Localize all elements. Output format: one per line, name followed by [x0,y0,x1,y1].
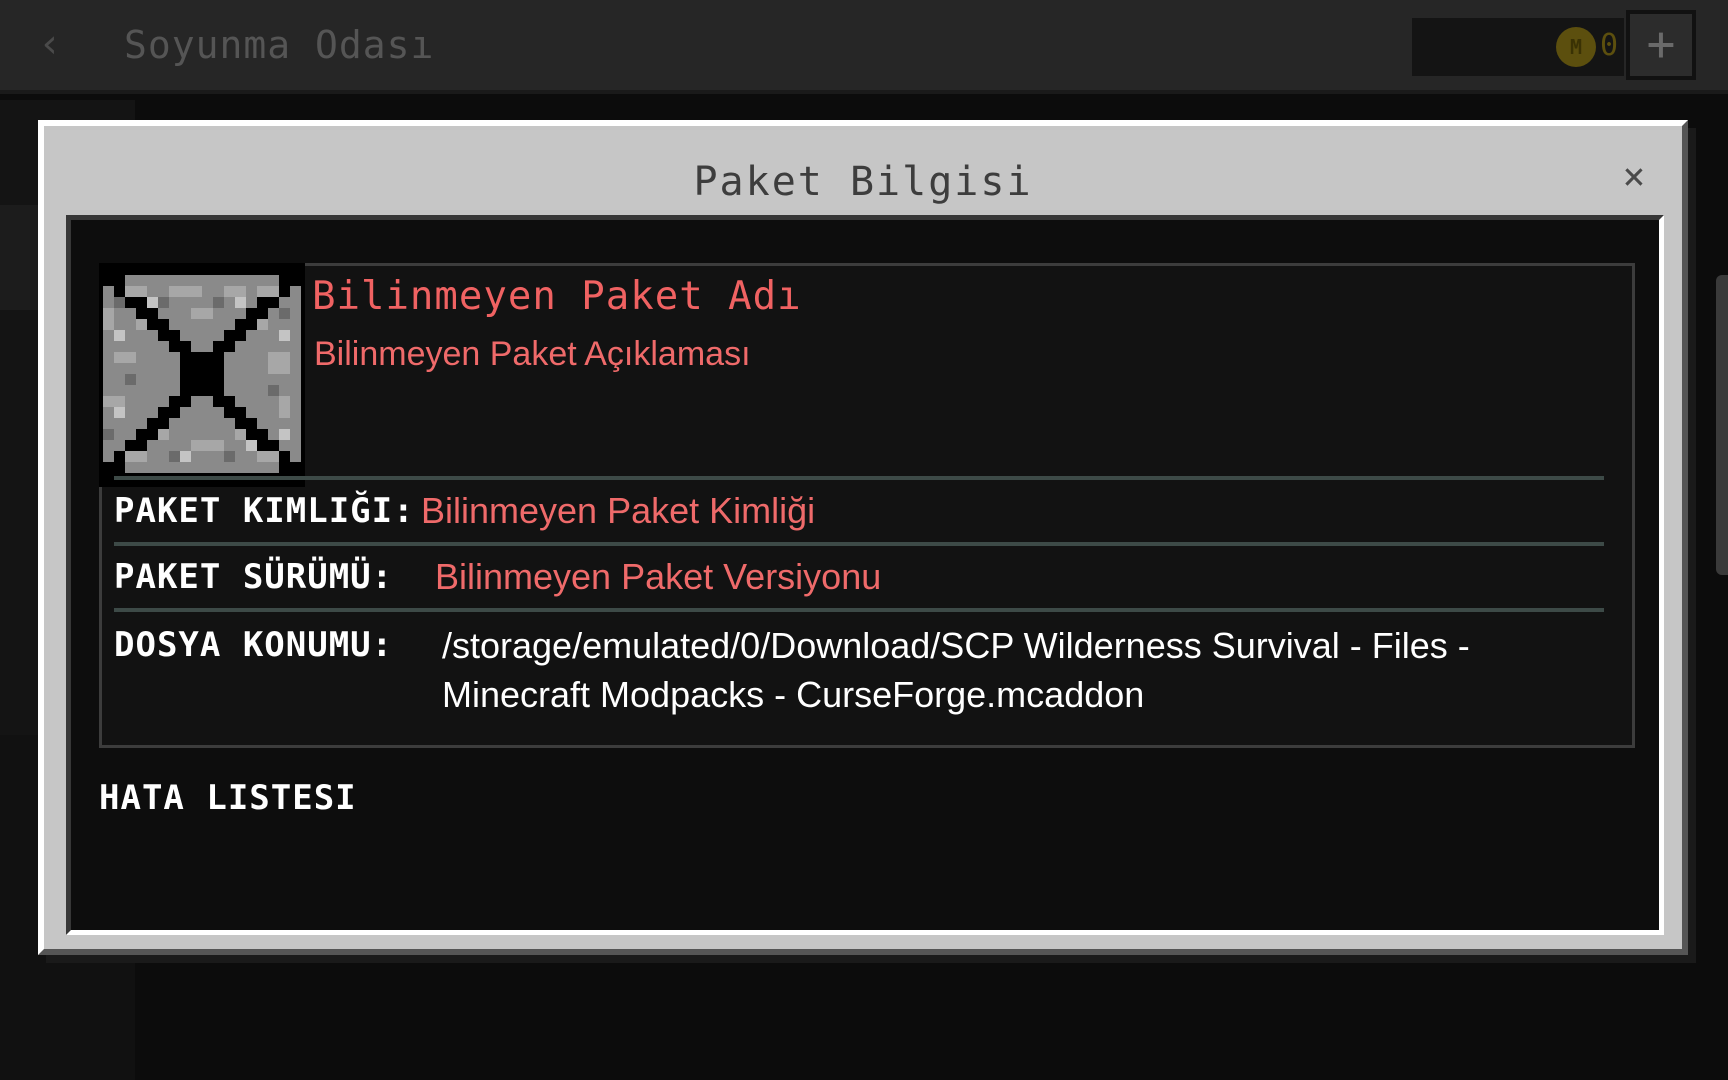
background-scroll-edge [1716,275,1728,575]
close-icon: × [1622,154,1646,198]
detail-label-pack-version: PAKET SÜRÜMÜ: [114,557,394,597]
top-bar: ‹ Soyunma Odası M 0 + [0,0,1728,94]
pack-info-dialog: Paket Bilgisi × Bilinmeyen Paket Adı Bil… [38,120,1688,955]
chevron-left-icon: ‹ [37,21,63,67]
unknown-pack-icon [99,263,305,487]
close-button[interactable]: × [1614,156,1654,196]
error-list-heading: HATA LISTESI [99,778,357,818]
pack-name: Bilinmeyen Paket Adı [312,274,802,319]
dialog-body[interactable]: Bilinmeyen Paket Adı Bilinmeyen Paket Aç… [66,215,1664,935]
divider [114,608,1604,612]
divider [114,476,1604,480]
plus-icon: + [1646,16,1676,72]
detail-value-pack-version: Bilinmeyen Paket Versiyonu [435,556,882,597]
detail-value-file-location: /storage/emulated/0/Download/SCP Wildern… [442,625,1470,715]
coin-count: 0 [1600,28,1619,63]
detail-label-pack-id: PAKET KIMLIĞI: [114,491,415,531]
screen: ‹ Soyunma Odası M 0 + Paket Bilgisi × Bi… [0,0,1728,1080]
screen-title: Soyunma Odası [124,23,435,67]
pack-info-card: Bilinmeyen Paket Adı Bilinmeyen Paket Aç… [99,263,1635,748]
dialog-title: Paket Bilgisi [693,159,1033,205]
detail-label-file-location: DOSYA KONUMU: [114,625,394,665]
back-button[interactable]: ‹ [28,22,72,66]
add-coins-button[interactable]: + [1626,10,1696,80]
minecoin-icon: M [1556,27,1596,67]
divider [114,542,1604,546]
detail-value-pack-id: Bilinmeyen Paket Kimliği [421,490,816,531]
pack-description: Bilinmeyen Paket Açıklaması [314,335,751,373]
